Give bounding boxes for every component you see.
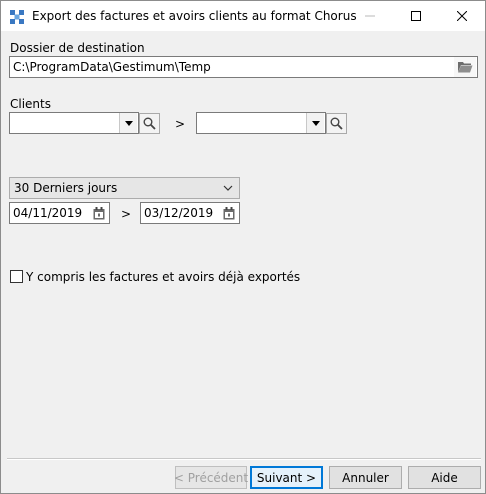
help-button[interactable]: Aide	[408, 466, 481, 489]
calendar-icon	[223, 206, 234, 219]
maximize-icon	[411, 11, 421, 21]
client-from-search-button[interactable]	[139, 113, 160, 134]
minimize-button[interactable]	[347, 1, 393, 31]
destination-path-value: C:\ProgramData\Gestimum\Temp	[13, 60, 211, 74]
window-title: Export des factures et avoirs clients au…	[32, 9, 357, 23]
start-date-calendar-button[interactable]	[89, 203, 108, 223]
next-button[interactable]: Suivant >	[250, 466, 323, 489]
close-icon	[457, 11, 467, 21]
minimize-icon	[365, 15, 375, 17]
app-icon	[10, 10, 24, 24]
period-selected-value: 30 Derniers jours	[14, 181, 118, 195]
search-icon	[143, 117, 156, 130]
clients-range-separator: >	[175, 117, 186, 131]
include-exported-label: Y compris les factures et avoirs déjà ex…	[26, 270, 301, 284]
client-from-dropdown-button[interactable]	[119, 113, 137, 133]
previous-button[interactable]: < Précédent	[174, 466, 248, 489]
maximize-button[interactable]	[393, 1, 439, 31]
destination-path-input[interactable]: C:\ProgramData\Gestimum\Temp	[9, 56, 478, 78]
title-bar: Export des factures et avoirs clients au…	[1, 1, 485, 31]
browse-folder-button[interactable]	[454, 57, 476, 77]
destination-label: Dossier de destination	[10, 41, 145, 55]
client-to-dropdown-button[interactable]	[306, 113, 324, 133]
search-icon	[330, 117, 343, 130]
date-range-separator: >	[121, 207, 132, 221]
period-select[interactable]: 30 Derniers jours	[9, 177, 240, 199]
folder-open-icon	[458, 62, 473, 73]
end-date-input[interactable]: 03/12/2019	[140, 202, 240, 224]
cancel-button[interactable]: Annuler	[329, 466, 402, 489]
client-to-search-button[interactable]	[326, 113, 347, 134]
caret-down-icon	[124, 120, 133, 126]
end-date-calendar-button[interactable]	[219, 203, 238, 223]
clients-label: Clients	[10, 97, 51, 111]
dialog-window: Export des factures et avoirs clients au…	[0, 0, 486, 494]
caret-down-icon	[311, 120, 320, 126]
chevron-down-icon	[223, 185, 233, 191]
start-date-value: 04/11/2019	[13, 206, 83, 220]
client-from-combo[interactable]	[9, 112, 139, 134]
include-exported-checkbox[interactable]	[10, 270, 23, 283]
footer-divider	[7, 458, 481, 460]
close-button[interactable]	[439, 1, 485, 31]
end-date-value: 03/12/2019	[144, 206, 214, 220]
client-to-combo[interactable]	[196, 112, 326, 134]
calendar-icon	[93, 206, 104, 219]
start-date-input[interactable]: 04/11/2019	[9, 202, 110, 224]
